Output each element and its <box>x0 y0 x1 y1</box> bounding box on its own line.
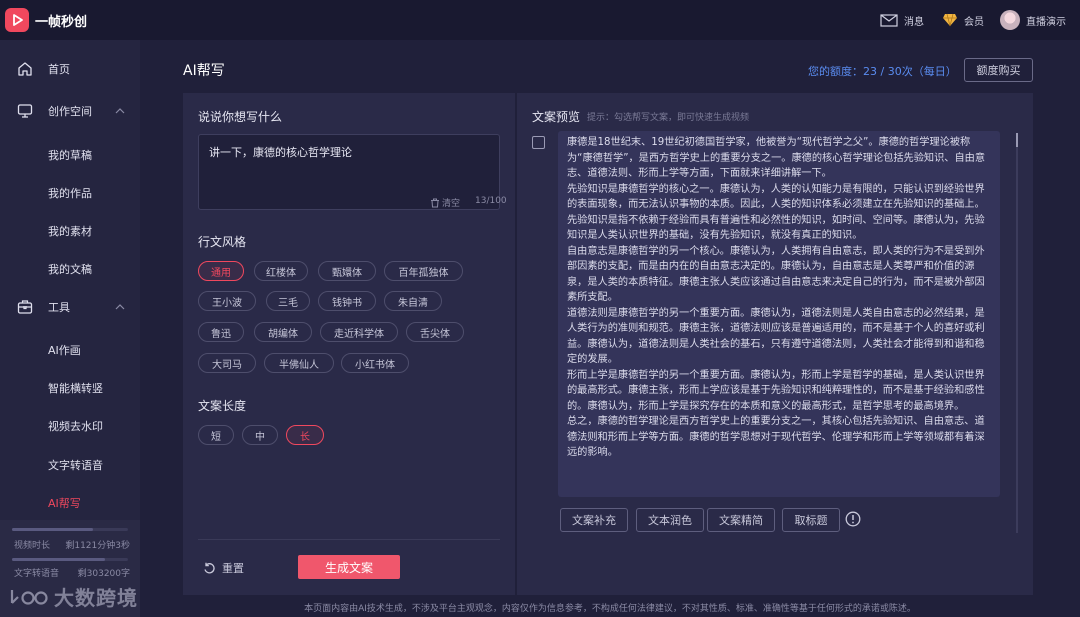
preview-hint: 提示：勾选帮写文案，即可快速生成视频 <box>587 113 750 123</box>
style-chip-zhuziqing[interactable]: 朱自清 <box>384 291 442 311</box>
style-chip-luxun[interactable]: 鲁迅 <box>198 322 244 342</box>
style-chip-xiaohongshu[interactable]: 小红书体 <box>341 353 409 373</box>
tts-bar <box>12 558 128 561</box>
sidebar-item-works[interactable]: 我的作品 <box>48 185 92 201</box>
sidebar-item-label: 创作空间 <box>48 105 92 118</box>
diamond-icon <box>943 13 957 27</box>
sidebar-item-remove-watermark[interactable]: 视频去水印 <box>48 418 103 434</box>
member-label: 会员 <box>964 16 984 28</box>
stat-label: 视频时长 <box>14 541 51 551</box>
footer-disclaimer: 本页面内容由AI技术生成，不涉及平台主观观念，内容仅作为信息参考，不构成任何法律… <box>304 604 916 614</box>
sidebar-item-tools[interactable]: 工具 <box>0 288 140 326</box>
sidebar-item-drafts[interactable]: 我的草稿 <box>48 147 92 163</box>
user-menu[interactable]: 直播演示 <box>1000 10 1066 30</box>
clear-button[interactable]: 清空 <box>430 196 460 209</box>
scrollbar[interactable] <box>1016 133 1018 533</box>
sidebar-item-label: 工具 <box>48 301 70 314</box>
watermark-text: 大数跨境 <box>54 586 138 610</box>
style-chip-shejian[interactable]: 舌尖体 <box>406 322 464 342</box>
style-label: 行文风格 <box>198 235 247 249</box>
prompt-input[interactable]: 讲一下，康德的核心哲学理论 清空 13/100 <box>198 134 507 210</box>
home-icon <box>18 62 32 76</box>
sidebar-item-creation-space[interactable]: 创作空间 <box>0 92 140 130</box>
style-chip-hubian[interactable]: 胡编体 <box>254 322 312 342</box>
sidebar: 首页 创作空间 我的草稿 我的作品 我的素材 我的文稿 工具 AI作画 智能横转… <box>0 40 140 617</box>
video-duration-bar <box>12 528 128 531</box>
style-chip-solitude[interactable]: 百年孤独体 <box>384 261 463 281</box>
sidebar-item-landscape-to-portrait[interactable]: 智能横转竖 <box>48 380 103 396</box>
style-chip-general[interactable]: 通用 <box>198 261 244 281</box>
watermark: 大数跨境 <box>8 582 138 611</box>
polish-text-button[interactable]: 文本润色 <box>636 508 704 532</box>
trash-icon <box>431 198 439 207</box>
chevron-up-icon <box>115 304 125 310</box>
preview-panel: 文案预览 提示：勾选帮写文案，即可快速生成视频 康德是18世纪末、19世纪初德国… <box>517 93 1033 595</box>
sidebar-item-label: 首页 <box>48 63 70 76</box>
app-name: 一帧秒创 <box>35 14 88 30</box>
sidebar-item-text-to-speech[interactable]: 文字转语音 <box>48 457 103 473</box>
tts-stat: 文字转语音 剩303200字 <box>14 566 130 579</box>
select-checkbox[interactable] <box>532 136 545 149</box>
avatar <box>1000 10 1020 30</box>
style-chip-approaching-science[interactable]: 走近科学体 <box>320 322 398 342</box>
style-chip-hongloumeng[interactable]: 红楼体 <box>254 261 308 281</box>
member-button[interactable]: 会员 <box>942 13 984 28</box>
style-chip-banfo[interactable]: 半佛仙人 <box>264 353 334 373</box>
generate-button[interactable]: 生成文案 <box>298 555 400 579</box>
top-bar: 一帧秒创 消息 会员 直播演示 <box>0 0 1080 40</box>
style-chip-qianzhongshu[interactable]: 钱钟书 <box>318 291 376 311</box>
video-duration-stat: 视频时长 剩1121分钟3秒 <box>14 538 130 551</box>
style-chip-zhenhuan[interactable]: 甄嬛体 <box>318 261 376 281</box>
generated-text: 康德是18世纪末、19世纪初德国哲学家，他被誉为“现代哲学之父”。康德的哲学理论… <box>567 137 986 458</box>
divider <box>198 539 500 540</box>
input-panel: 说说你想写什么 讲一下，康德的核心哲学理论 清空 13/100 行文风格 通用 … <box>183 93 515 595</box>
mail-icon <box>880 13 898 27</box>
watermark-logo-icon <box>10 589 48 605</box>
buy-quota-button[interactable]: 额度购买 <box>964 58 1033 82</box>
preview-title: 文案预览 <box>532 110 581 124</box>
sidebar-item-ai-draw[interactable]: AI作画 <box>48 342 81 358</box>
user-name: 直播演示 <box>1026 16 1066 28</box>
scrollbar-thumb[interactable] <box>1016 133 1018 147</box>
info-icon[interactable] <box>845 511 861 527</box>
char-counter: 13/100 <box>475 196 507 206</box>
messages-button[interactable]: 消息 <box>880 13 924 28</box>
stat-label: 文字转语音 <box>14 569 60 579</box>
length-chip-medium[interactable]: 中 <box>242 425 278 445</box>
clear-label: 清空 <box>442 199 461 209</box>
chevron-up-icon <box>115 108 125 114</box>
expand-text-button[interactable]: 文案补充 <box>560 508 628 532</box>
length-chip-short[interactable]: 短 <box>198 425 234 445</box>
stat-value: 剩1121分钟3秒 <box>65 541 130 551</box>
style-chip-wangxiaobo[interactable]: 王小波 <box>198 291 256 311</box>
sidebar-item-materials[interactable]: 我的素材 <box>48 223 92 239</box>
prompt-label: 说说你想写什么 <box>198 110 283 124</box>
messages-label: 消息 <box>904 16 924 28</box>
stat-value: 剩303200字 <box>77 569 130 579</box>
length-chip-long[interactable]: 长 <box>286 425 324 445</box>
reset-label: 重置 <box>222 562 244 575</box>
toolbox-icon <box>17 300 33 314</box>
reset-icon <box>204 562 215 573</box>
app-logo[interactable]: 一帧秒创 <box>5 8 87 32</box>
sidebar-item-home[interactable]: 首页 <box>0 50 140 88</box>
quota-text: 您的额度：23 / 30次（每日） <box>808 65 957 78</box>
monitor-icon <box>17 104 33 118</box>
get-title-button[interactable]: 取标题 <box>782 508 840 532</box>
style-chip-sanmao[interactable]: 三毛 <box>266 291 310 311</box>
length-label: 文案长度 <box>198 399 247 413</box>
sidebar-item-ai-write[interactable]: AI帮写 <box>48 495 81 511</box>
condense-text-button[interactable]: 文案精简 <box>707 508 775 532</box>
prompt-value: 讲一下，康德的核心哲学理论 <box>209 146 352 159</box>
page-title: AI帮写 <box>183 63 225 79</box>
generated-content[interactable]: 康德是18世纪末、19世纪初德国哲学家，他被誉为“现代哲学之父”。康德的哲学理论… <box>558 131 1000 497</box>
sidebar-item-manuscripts[interactable]: 我的文稿 <box>48 261 92 277</box>
style-chip-dasima[interactable]: 大司马 <box>198 353 256 373</box>
reset-button[interactable]: 重置 <box>203 560 244 576</box>
logo-play-icon <box>5 8 29 32</box>
